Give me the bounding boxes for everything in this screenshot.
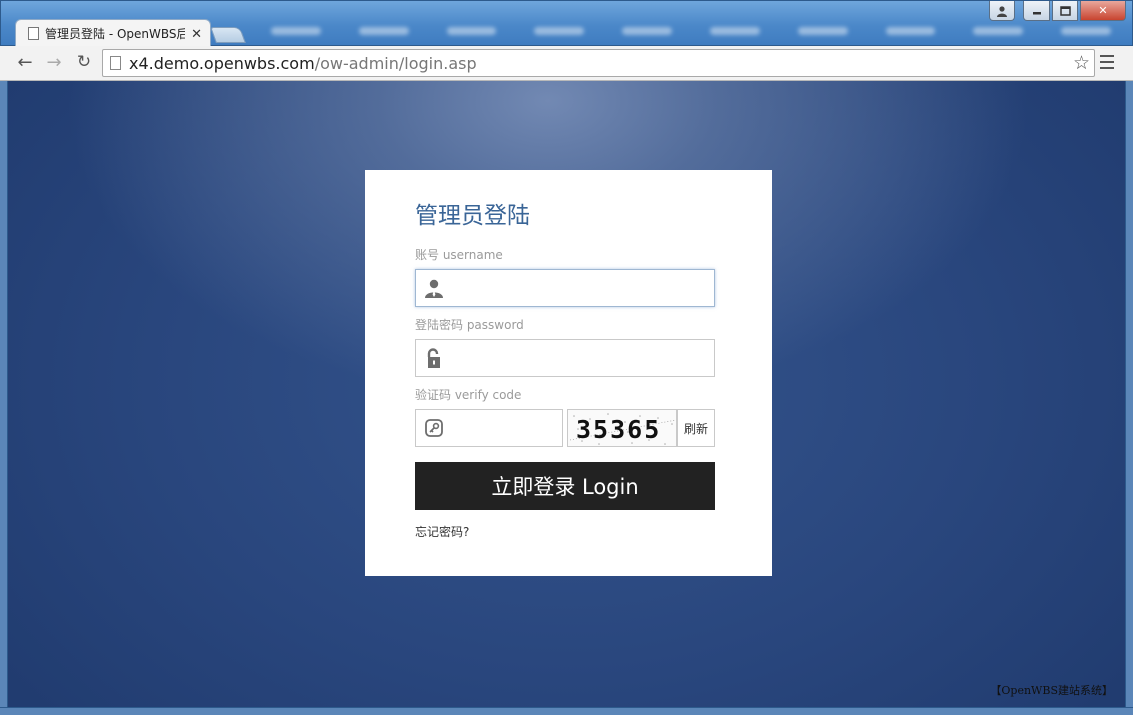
browser-tab[interactable]: 管理员登陆 - OpenWBS后 ✕	[15, 19, 211, 47]
window-controls: ✕	[989, 1, 1126, 21]
browser-toolbar: ← → ↻ x4.demo.openwbs.com/ow-admin/login…	[0, 46, 1133, 81]
login-card: 管理员登陆 账号 username 登陆密码 password 验证码 veri…	[365, 170, 772, 576]
window-frame-left	[0, 81, 8, 715]
bookmark-star-icon[interactable]: ☆	[1073, 52, 1090, 75]
browser-titlebar: 管理员登陆 - OpenWBS后 ✕ ✕	[0, 0, 1133, 47]
address-bar[interactable]: x4.demo.openwbs.com/ow-admin/login.asp ☆	[102, 49, 1095, 77]
user-icon	[425, 279, 443, 298]
captcha-text: 35365	[576, 415, 661, 444]
url-path: /ow-admin/login.asp	[314, 53, 477, 73]
username-field[interactable]	[415, 269, 715, 307]
username-label: 账号 username	[415, 248, 503, 262]
window-frame-right	[1125, 81, 1133, 715]
forward-arrow-icon[interactable]: →	[43, 51, 65, 73]
page-viewport: 管理员登陆 账号 username 登陆密码 password 验证码 veri…	[8, 81, 1125, 707]
password-field[interactable]	[415, 339, 715, 377]
minimize-icon[interactable]	[1023, 1, 1050, 21]
reload-icon[interactable]: ↻	[73, 51, 95, 73]
key-icon	[425, 419, 443, 437]
profile-icon[interactable]	[989, 1, 1015, 21]
login-title: 管理员登陆	[415, 203, 530, 229]
maximize-icon[interactable]	[1052, 1, 1078, 21]
new-tab-button[interactable]	[210, 27, 246, 43]
verify-code-label: 验证码 verify code	[415, 388, 522, 402]
page-icon	[110, 56, 121, 70]
blurred-background-tabs	[271, 21, 1111, 41]
refresh-captcha-button[interactable]: 刷新	[677, 409, 715, 447]
login-button[interactable]: 立即登录 Login	[415, 462, 715, 510]
window-frame-bottom	[0, 707, 1133, 715]
verify-code-field[interactable]	[415, 409, 563, 447]
captcha-image[interactable]: 35365	[567, 409, 677, 447]
unlock-icon	[427, 348, 440, 368]
browser-menu-icon[interactable]	[1100, 55, 1114, 69]
url-text: x4.demo.openwbs.com/ow-admin/login.asp	[129, 54, 477, 73]
password-label: 登陆密码 password	[415, 318, 524, 332]
footer-brand: 【OpenWBS建站系统】	[990, 684, 1113, 697]
url-host: x4.demo.openwbs.com	[129, 53, 315, 73]
close-icon[interactable]: ✕	[1080, 1, 1126, 21]
forgot-password-link[interactable]: 忘记密码?	[415, 523, 469, 540]
back-arrow-icon[interactable]: ←	[14, 51, 36, 73]
username-input[interactable]	[454, 270, 708, 306]
verify-code-input[interactable]	[454, 410, 556, 446]
page-icon	[28, 27, 39, 40]
password-input[interactable]	[454, 340, 708, 376]
tab-title: 管理员登陆 - OpenWBS后	[45, 27, 186, 41]
tab-close-icon[interactable]: ✕	[191, 26, 202, 42]
